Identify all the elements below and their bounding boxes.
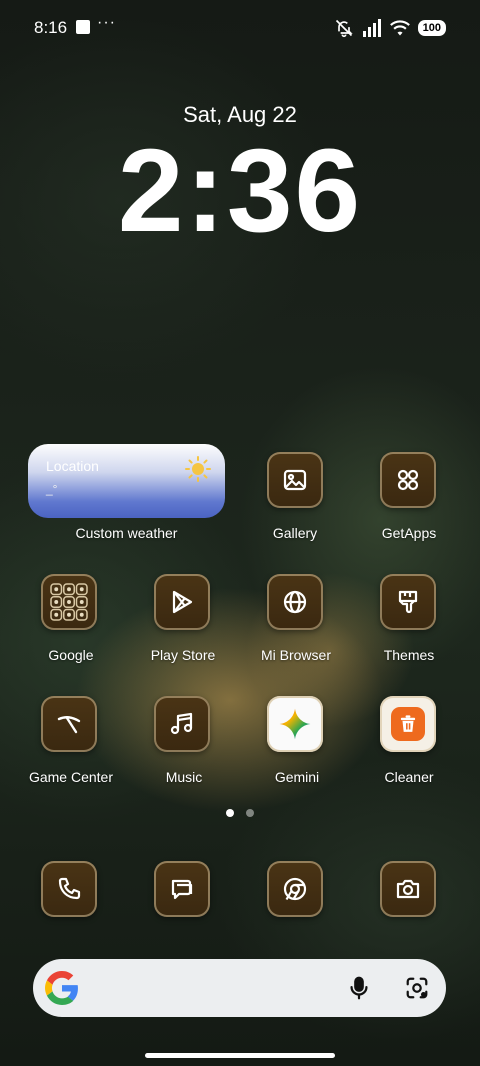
music-app[interactable] [154,696,210,752]
gamecenter-app[interactable] [41,696,97,752]
playstore-app[interactable] [154,574,210,630]
playstore-label: Play Store [150,647,216,663]
google-folder-icon [50,583,88,621]
clock-display[interactable]: 2:36 [0,132,480,250]
music-label: Music [165,769,203,785]
status-time: 8:16 [34,18,68,37]
dock-phone[interactable] [41,861,97,917]
music-note-icon [170,712,193,735]
game-center-icon [57,716,81,734]
chrome-icon [283,877,307,901]
gesture-home-bar[interactable] [145,1053,335,1058]
getapps-icon [397,469,419,491]
getapps-label: GetApps [381,525,437,541]
dock-messages[interactable] [154,861,210,917]
google-g-icon [45,971,78,1005]
mibrowser-label: Mi Browser [260,647,331,663]
microphone-icon[interactable] [346,975,372,1001]
gemini-label: Gemini [274,769,320,785]
sun-icon [185,456,211,482]
cleaner-app[interactable] [380,696,436,752]
gamecenter-label: Game Center [28,769,114,785]
google-label: Google [48,647,94,663]
more-notifications-icon: ··· [97,14,116,31]
google-search-bar[interactable] [33,959,446,1017]
weather-label: Custom weather [75,525,178,541]
messages-icon [171,879,193,900]
page-indicator-inactive[interactable] [246,809,254,817]
globe-icon [283,590,307,614]
cleaner-tile [391,707,425,741]
signal-icon [362,19,381,37]
gallery-app[interactable] [267,452,323,508]
getapps-app[interactable] [380,452,436,508]
battery-indicator: 100 [417,20,446,36]
google-lens-icon[interactable] [404,975,430,1001]
weather-widget[interactable]: Location _° [28,444,225,518]
page-indicator-active[interactable] [226,809,234,817]
mute-bell-icon [335,19,353,38]
play-store-icon [172,590,193,614]
phone-icon [58,877,81,900]
status-icons: 100 [334,18,446,38]
weather-location: Location [46,458,99,474]
gallery-icon [283,469,307,491]
gallery-label: Gallery [272,525,318,541]
trash-icon [400,715,416,732]
paintbrush-icon [398,590,418,614]
dock-chrome[interactable] [267,861,323,917]
wifi-icon [389,20,410,36]
themes-label: Themes [383,647,435,663]
google-folder[interactable] [41,574,97,630]
mibrowser-app[interactable] [267,574,323,630]
weather-temperature: _° [46,482,58,496]
gemini-sparkle-icon [279,708,311,740]
notification-square-icon [76,20,90,34]
gemini-app[interactable] [267,696,323,752]
themes-app[interactable] [380,574,436,630]
cleaner-label: Cleaner [384,769,434,785]
dock-camera[interactable] [380,861,436,917]
camera-icon [396,879,420,899]
